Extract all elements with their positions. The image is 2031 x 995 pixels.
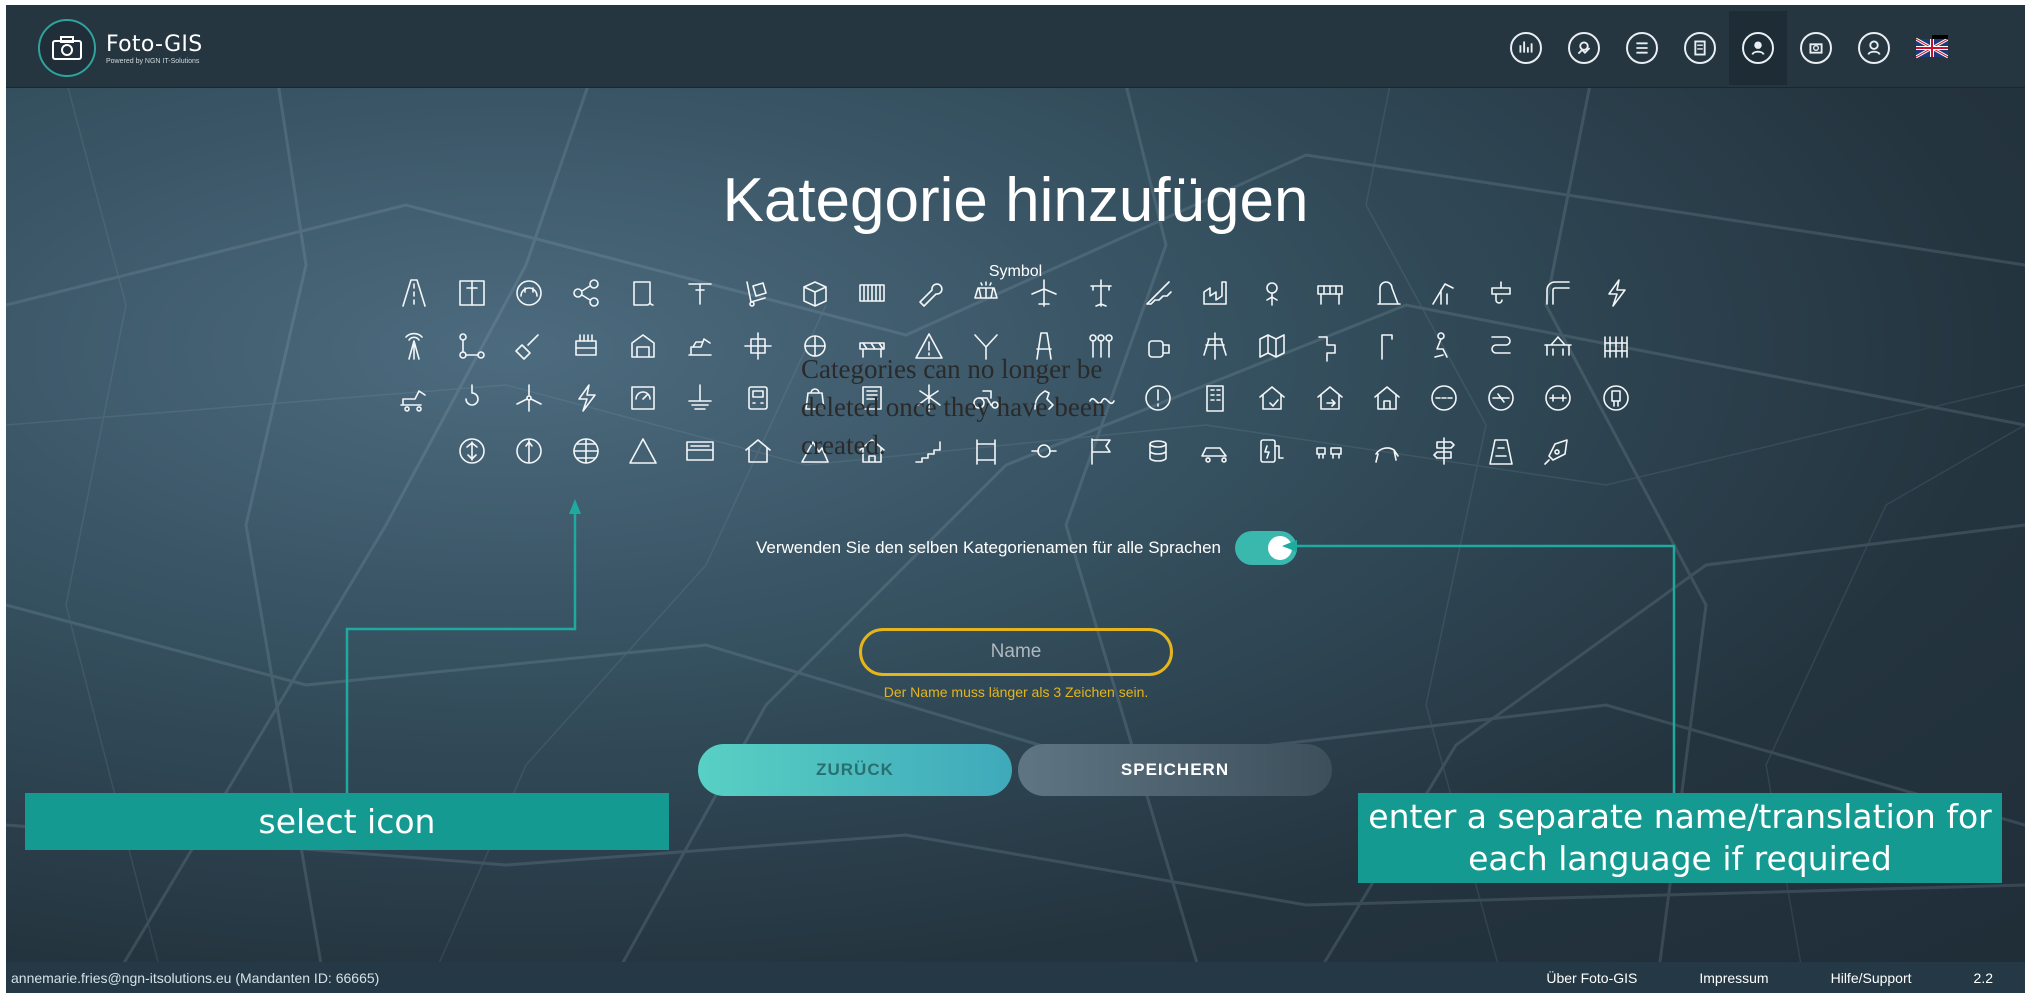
footer-link-about[interactable]: Über Foto-GIS	[1546, 970, 1637, 986]
callout-select-icon: select icon	[25, 793, 669, 850]
footer-links: Über Foto-GIS Impressum Hilfe/Support 2.…	[1484, 970, 1993, 986]
door-symbol-icon[interactable]	[452, 273, 492, 313]
toggle-knob	[1268, 536, 1292, 560]
helmet-symbol-icon[interactable]	[509, 273, 549, 313]
hand-truck-symbol-icon[interactable]	[738, 273, 778, 313]
transformer-symbol-icon[interactable]	[566, 326, 606, 366]
scroll-symbol-icon[interactable]	[623, 273, 663, 313]
callout-enter-name: enter a separate name/translation for ea…	[1358, 793, 2002, 883]
footer-link-imprint[interactable]: Impressum	[1699, 970, 1768, 986]
house-arrow-symbol-icon[interactable]	[1310, 378, 1350, 418]
house-check-symbol-icon[interactable]	[1252, 378, 1292, 418]
flower-symbol-icon[interactable]	[1252, 273, 1292, 313]
triangle-symbol-icon[interactable]	[623, 431, 663, 471]
box-symbol-icon[interactable]	[795, 273, 835, 313]
lightning-symbol-icon[interactable]	[1596, 273, 1636, 313]
rocket-symbol-icon[interactable]	[1538, 431, 1578, 471]
house-symbol-icon[interactable]	[1367, 378, 1407, 418]
same-name-toggle[interactable]	[1235, 531, 1297, 565]
bull-symbol-icon[interactable]	[1367, 431, 1407, 471]
wrench-symbol-icon[interactable]	[909, 273, 949, 313]
staircase-symbol-icon[interactable]	[1138, 273, 1178, 313]
streetlight-symbol-icon[interactable]	[1367, 326, 1407, 366]
name-error-message: Der Name muss länger als 3 Zeichen sein.	[883, 684, 1149, 700]
cows-symbol-icon[interactable]	[1310, 431, 1350, 471]
pipe-symbol-icon[interactable]	[1538, 273, 1578, 313]
bulldozer-symbol-icon[interactable]	[394, 378, 434, 418]
map-symbol-icon[interactable]	[1252, 326, 1292, 366]
valve-box-symbol-icon[interactable]	[1596, 378, 1636, 418]
signpost-symbol-icon[interactable]	[1424, 431, 1464, 471]
name-input[interactable]	[859, 628, 1173, 676]
meter-symbol-icon[interactable]	[623, 378, 663, 418]
pipe-c-symbol-icon[interactable]	[1538, 378, 1578, 418]
back-button[interactable]: ZURÜCK	[698, 744, 1012, 796]
pier-symbol-icon[interactable]	[1538, 326, 1578, 366]
bridge-symbol-icon[interactable]	[1310, 273, 1350, 313]
house-small-symbol-icon[interactable]	[738, 431, 778, 471]
charging-symbol-icon[interactable]	[1252, 431, 1292, 471]
factory-symbol-icon[interactable]	[1195, 273, 1235, 313]
hazard-symbol-icon[interactable]	[1481, 431, 1521, 471]
worker-symbol-icon[interactable]	[1424, 326, 1464, 366]
tree-symbol-icon[interactable]	[452, 431, 492, 471]
junction-symbol-icon[interactable]	[738, 326, 778, 366]
road-symbol-icon[interactable]	[394, 273, 434, 313]
network-symbol-icon[interactable]	[452, 326, 492, 366]
solar-panel-symbol-icon[interactable]	[966, 273, 1006, 313]
footer-link-help[interactable]: Hilfe/Support	[1831, 970, 1912, 986]
device-symbol-icon[interactable]	[738, 378, 778, 418]
excavator-symbol-icon[interactable]	[680, 326, 720, 366]
overlay-note: Categories can no longer be deleted once…	[801, 354, 1106, 460]
playground-symbol-icon[interactable]	[1367, 273, 1407, 313]
crane-hook-symbol-icon[interactable]	[452, 378, 492, 418]
bus-stop-symbol-icon[interactable]	[680, 431, 720, 471]
pipe-b-symbol-icon[interactable]	[1481, 378, 1521, 418]
building-symbol-icon[interactable]	[1195, 378, 1235, 418]
car-symbol-icon[interactable]	[1195, 431, 1235, 471]
drill-symbol-icon[interactable]	[680, 273, 720, 313]
airplane-symbol-icon[interactable]	[1024, 273, 1064, 313]
water-tap-symbol-icon[interactable]	[1481, 273, 1521, 313]
pipe-a-symbol-icon[interactable]	[1424, 378, 1464, 418]
tetris-symbol-icon[interactable]	[1310, 326, 1350, 366]
bolt-symbol-icon[interactable]	[566, 378, 606, 418]
shovel-symbol-icon[interactable]	[509, 326, 549, 366]
footer-version: 2.2	[1973, 970, 1993, 986]
wind-turbine-symbol-icon[interactable]	[509, 378, 549, 418]
fence-symbol-icon[interactable]	[1596, 326, 1636, 366]
footer-user-info: annemarie.fries@ngn-itsolutions.eu (Mand…	[11, 970, 380, 986]
antenna-symbol-icon[interactable]	[394, 326, 434, 366]
app-window: Foto-GIS Powered by NGN IT-Solutions Kat…	[6, 5, 2025, 993]
footer: annemarie.fries@ngn-itsolutions.eu (Mand…	[6, 962, 2025, 993]
container-symbol-icon[interactable]	[852, 273, 892, 313]
ground-symbol-icon[interactable]	[680, 378, 720, 418]
curve-symbol-icon[interactable]	[1481, 326, 1521, 366]
globe-symbol-icon[interactable]	[566, 431, 606, 471]
pylon-symbol-icon[interactable]	[1195, 326, 1235, 366]
garage-symbol-icon[interactable]	[623, 326, 663, 366]
same-name-toggle-row: Verwenden Sie den selben Kategorienamen …	[756, 531, 1297, 565]
share-symbol-icon[interactable]	[566, 273, 606, 313]
save-button[interactable]: SPEICHERN	[1018, 744, 1332, 796]
hydrant-symbol-icon[interactable]	[509, 431, 549, 471]
same-name-toggle-label: Verwenden Sie den selben Kategorienamen …	[756, 538, 1221, 557]
scaffold-symbol-icon[interactable]	[1424, 273, 1464, 313]
power-pole-symbol-icon[interactable]	[1081, 273, 1121, 313]
